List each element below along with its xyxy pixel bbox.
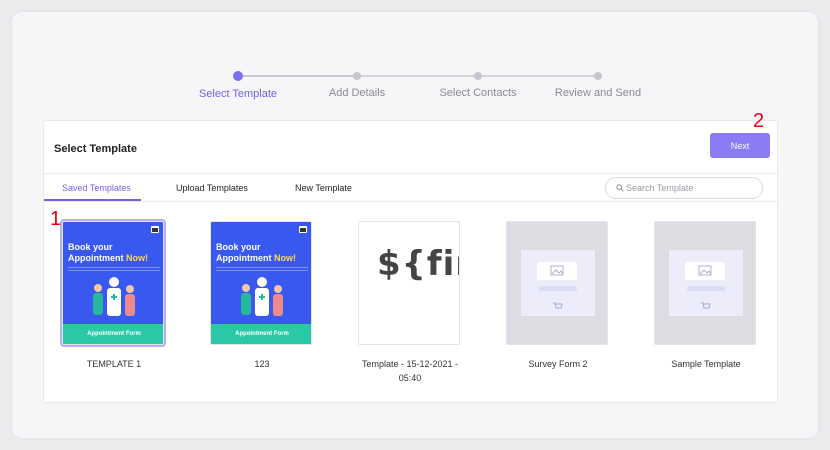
template-card[interactable]: Survey Form 2 — [506, 221, 610, 371]
step-dot — [233, 71, 243, 81]
placeholder-bar — [687, 286, 725, 291]
template-thumbnail[interactable]: Book your Appointment Now! Appointment F… — [60, 219, 166, 347]
step-label: Review and Send — [554, 87, 642, 99]
next-button[interactable]: Next — [710, 133, 770, 158]
image-placeholder-icon — [685, 262, 725, 280]
template-thumbnail[interactable] — [506, 221, 608, 345]
template-thumbnail[interactable] — [654, 221, 756, 345]
thumb-variable-text: ${firs — [377, 244, 459, 284]
progress-stepper: Select Template Add Details Select Conta… — [0, 60, 830, 110]
step-add-details[interactable]: Add Details — [287, 60, 427, 99]
template-name: Sample Template — [671, 359, 741, 369]
placeholder-bar — [539, 286, 577, 291]
tab-new-template[interactable]: New Template — [295, 183, 352, 193]
image-placeholder-icon — [537, 262, 577, 280]
template-card[interactable]: Sample Template — [654, 221, 758, 371]
template-card[interactable]: Book your Appointment Now! Appointment F… — [210, 221, 314, 371]
annotation-marker-1: 1 — [50, 208, 62, 230]
thumb-band: Appointment Form — [63, 324, 163, 344]
select-template-card: Select Template Next Saved Templates Upl… — [43, 120, 778, 403]
step-review-and-send[interactable]: Review and Send — [528, 60, 668, 99]
search-input[interactable]: Search Template — [605, 177, 763, 199]
step-dot — [594, 72, 602, 80]
cart-icon — [553, 302, 563, 309]
divider — [44, 173, 777, 174]
template-name: TEMPLATE 1 — [86, 359, 142, 369]
template-name: Template - 15-12-2021 -05:40 — [361, 359, 459, 383]
step-dot — [474, 72, 482, 80]
annotation-marker-2: 2 — [753, 110, 765, 132]
step-select-contacts[interactable]: Select Contacts — [408, 60, 548, 99]
tab-saved-templates[interactable]: Saved Templates — [62, 183, 131, 193]
search-icon — [616, 184, 624, 192]
cart-icon — [701, 302, 711, 309]
template-name: 123 — [254, 359, 270, 369]
divider — [44, 201, 777, 202]
template-thumbnail[interactable]: ${firs — [358, 221, 460, 345]
search-placeholder: Search Template — [626, 183, 694, 193]
template-name: Survey Form 2 — [528, 359, 588, 369]
template-card[interactable]: Book your Appointment Now! Appointment F… — [60, 219, 166, 371]
step-label: Select Contacts — [439, 87, 517, 99]
card-title: Select Template — [54, 143, 137, 155]
step-dot — [353, 72, 361, 80]
template-thumbnail[interactable]: Book your Appointment Now! Appointment F… — [210, 221, 312, 345]
step-label: Add Details — [328, 87, 386, 99]
thumb-band: Appointment Form — [211, 324, 311, 344]
tab-upload-templates[interactable]: Upload Templates — [176, 183, 248, 193]
template-card[interactable]: ${firs Template - 15-12-2021 -05:40 — [358, 221, 462, 385]
